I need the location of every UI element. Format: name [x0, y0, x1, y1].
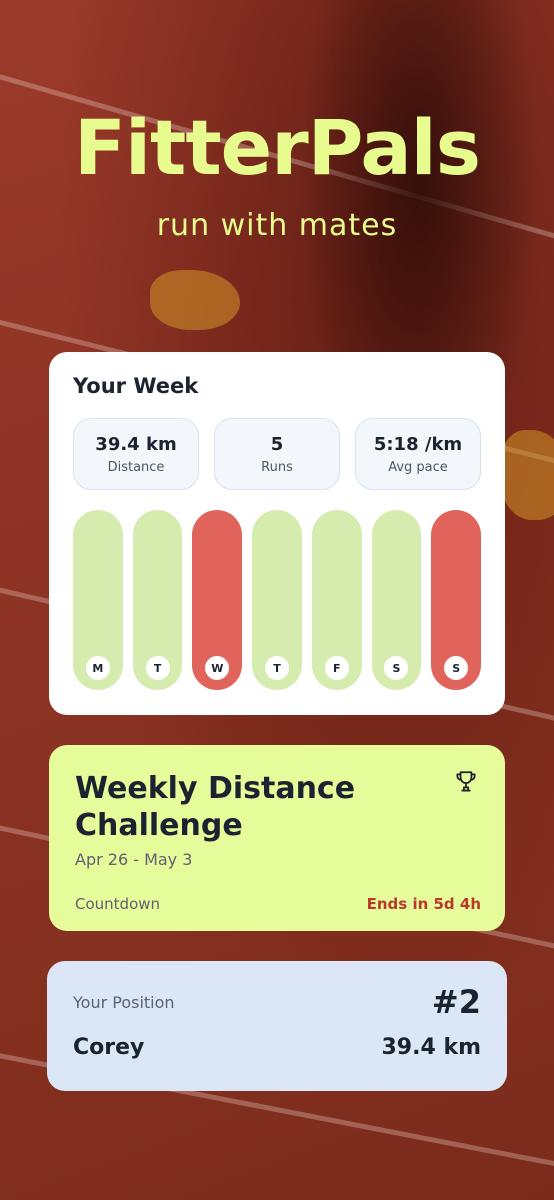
stat-avg-pace[interactable]: 5:18 /km Avg pace — [355, 418, 481, 490]
challenge-title: Weekly Distance Challenge — [75, 771, 356, 843]
challenge-dates: Apr 26 - May 3 — [75, 850, 193, 870]
position-card[interactable]: Your Position #2 Corey 39.4 km — [47, 961, 507, 1091]
countdown-value: Ends in 5d 4h — [366, 895, 481, 913]
challenge-footer: Countdown Ends in 5d 4h — [75, 895, 481, 913]
day-label: S — [384, 656, 409, 680]
your-week-card: Your Week 39.4 km Distance 5 Runs 5:18 /… — [49, 352, 505, 715]
stat-runs[interactable]: 5 Runs — [214, 418, 340, 490]
day-label: T — [265, 656, 290, 680]
stat-label: Avg pace — [388, 459, 448, 475]
day-bar-wednesday[interactable]: W — [192, 510, 243, 690]
countdown-label: Countdown — [75, 895, 161, 913]
week-title: Your Week — [73, 374, 199, 398]
challenge-card[interactable]: Weekly Distance Challenge Apr 26 - May 3… — [49, 745, 505, 931]
runner-name: Corey — [73, 1035, 145, 1060]
day-bar-monday[interactable]: M — [73, 510, 123, 690]
stat-label: Runs — [261, 459, 293, 475]
stat-value: 5 — [270, 433, 284, 455]
day-label: M — [85, 656, 110, 680]
day-label: S — [444, 656, 469, 680]
day-label: W — [205, 656, 230, 680]
day-label: F — [324, 656, 349, 680]
day-bar-tuesday[interactable]: T — [132, 510, 183, 690]
day-bars: M T W T F S S — [73, 510, 482, 690]
day-bar-sunday[interactable]: S — [431, 510, 482, 690]
stat-value: 5:18 /km — [373, 433, 463, 455]
app-title: FitterPals — [74, 103, 481, 192]
day-label: T — [145, 656, 170, 680]
day-bar-friday[interactable]: F — [311, 510, 362, 690]
day-bar-thursday[interactable]: T — [252, 510, 302, 690]
day-bar-saturday[interactable]: S — [371, 510, 422, 690]
position-rank: #2 — [431, 983, 481, 1021]
stat-distance[interactable]: 39.4 km Distance — [73, 418, 199, 490]
position-label: Your Position — [73, 992, 175, 1012]
week-stats: 39.4 km Distance 5 Runs 5:18 /km Avg pac… — [73, 418, 481, 490]
tagline: run with mates — [156, 208, 398, 243]
stat-label: Distance — [107, 459, 165, 475]
runner-distance: 39.4 km — [381, 1035, 482, 1060]
trophy-icon — [456, 771, 476, 792]
hero: FitterPals run with mates — [0, 103, 554, 244]
stat-value: 39.4 km — [95, 433, 177, 455]
